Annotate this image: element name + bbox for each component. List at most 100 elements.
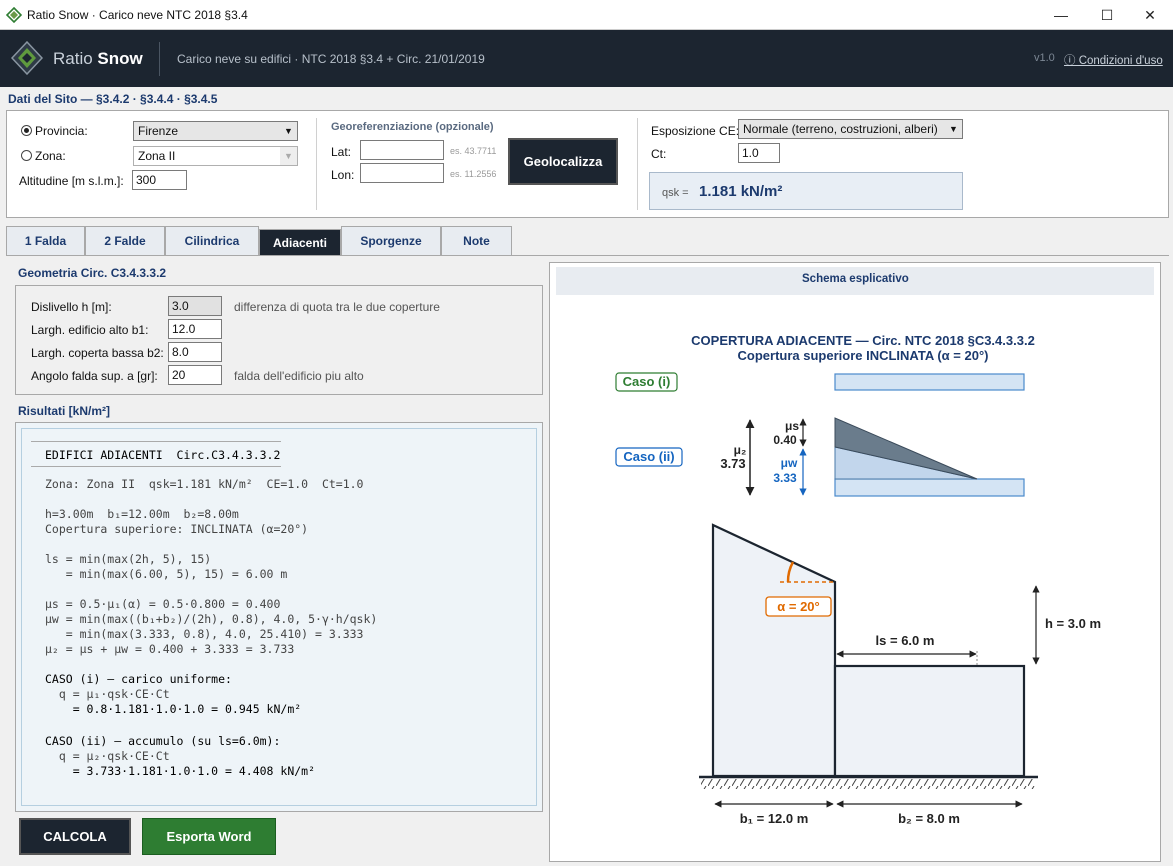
zona-radio[interactable] [21, 150, 32, 161]
window-title: Ratio Snow · Carico neve NTC 2018 §3.4 [27, 8, 248, 22]
results-line: μw = min(max((b₁+b₂)/(2h), 0.8), 4.0, 5·… [45, 612, 378, 626]
qsk-result-box: qsk = 1.181 kN/m² [649, 172, 963, 210]
schema-heading-2: Copertura superiore INCLINATA (α = 20°) [738, 348, 989, 363]
dislivello-hint: differenza di quota tra le due coperture [234, 300, 440, 314]
zona-select[interactable]: Zona II ▼ [133, 146, 298, 166]
zona-label: Zona: [35, 149, 66, 163]
export-word-button[interactable]: Esporta Word [142, 818, 276, 855]
results-line: = 3.733·1.181·1.0·1.0 = 4.408 kN/m² [45, 764, 316, 778]
muw-value: 3.33 [773, 471, 797, 485]
chevron-down-icon: ▼ [949, 124, 958, 134]
tab-cilindrica[interactable]: Cilindrica [165, 226, 259, 255]
low-building [833, 664, 1026, 778]
app-header: Ratio Snow Carico neve su edifici · NTC … [0, 30, 1173, 87]
maximize-icon: ☐ [1100, 6, 1114, 23]
site-section-title: Dati del Sito — §3.4.2 · §3.4.4 · §3.4.5 [8, 92, 218, 106]
results-line: h=3.00m b₁=12.00m b₂=8.00m [45, 507, 239, 521]
b2-input[interactable]: 8.0 [168, 342, 222, 362]
b2-label: Largh. coperta bassa b2: [31, 346, 164, 360]
alpha-label: α = 20° [777, 599, 819, 614]
tab-2-falde[interactable]: 2 Falde [85, 226, 165, 255]
results-line: μs = 0.5·μ₁(α) = 0.5·0.800 = 0.400 [45, 597, 281, 611]
mus-label: μs [785, 419, 799, 433]
b1-label: Largh. edificio alto b1: [31, 323, 149, 337]
tab-sporgenze[interactable]: Sporgenze [341, 226, 441, 255]
results-line: q = μ₂·qsk·CE·Ct [45, 749, 170, 763]
lat-input[interactable] [360, 140, 444, 160]
angle-label: Angolo falda sup. a [gr]: [31, 369, 158, 383]
conditions-link[interactable]: ⓘ Condizioni d'uso [1064, 52, 1163, 68]
minimize-icon: — [1054, 7, 1068, 23]
close-icon: ✕ [1144, 6, 1156, 23]
minimize-button[interactable]: — [1038, 0, 1084, 30]
angle-input[interactable]: 20 [168, 365, 222, 385]
site-divider-1 [316, 118, 317, 210]
results-line: q = μ₁·qsk·CE·Ct [45, 687, 170, 701]
brand-logo-icon [11, 41, 43, 75]
tall-building [711, 523, 837, 778]
lon-hint: es. 11.2556 [450, 169, 497, 179]
results-line: Copertura superiore: INCLINATA (α=20°) [45, 522, 309, 536]
dislivello-input[interactable]: 3.0 [168, 296, 222, 316]
b2-dim-label: b₂ = 8.0 m [898, 811, 960, 826]
results-line: CASO (ii) — accumulo (su ls=6.0m): [45, 734, 281, 748]
geolocate-button[interactable]: Geolocalizza [508, 138, 618, 185]
results-line: Zona: Zona II qsk=1.181 kN/m² CE=1.0 Ct=… [45, 477, 364, 491]
results-rule-bottom [31, 466, 281, 467]
angle-hint: falda dell'edificio piu alto [234, 369, 364, 383]
results-line: = min(max(6.00, 5), 15) = 6.00 m [45, 567, 288, 581]
ct-input[interactable]: 1.0 [738, 143, 780, 163]
mu2-label: μ₂ [734, 443, 747, 457]
results-line: ls = min(max(2h, 5), 15) [45, 552, 212, 566]
dislivello-label: Dislivello h [m]: [31, 300, 112, 314]
provincia-label: Provincia: [35, 124, 88, 138]
results-line: EDIFICI ADIACENTI Circ.C3.4.3.3.2 [45, 448, 281, 462]
geometry-title: Geometria Circ. C3.4.3.3.2 [18, 266, 167, 280]
lon-label: Lon: [331, 168, 355, 182]
schema-title: Schema esplicativo [802, 273, 909, 285]
ls-label: ls = 6.0 m [876, 633, 935, 648]
results-line: CASO (i) — carico uniforme: [45, 672, 232, 686]
lon-input[interactable] [360, 163, 444, 183]
calcola-button[interactable]: CALCOLA [19, 818, 131, 855]
results-line: = 0.8·1.181·1.0·1.0 = 0.945 kN/m² [45, 702, 302, 716]
exposure-label: Esposizione CE: [651, 124, 740, 138]
schema-heading-1: COPERTURA ADIACENTE — Circ. NTC 2018 §C3… [691, 333, 1035, 348]
ct-label: Ct: [651, 147, 667, 161]
exposure-select[interactable]: Normale (terreno, costruzioni, alberi) ▼ [738, 119, 963, 139]
brand-name: Ratio Snow [53, 49, 143, 68]
tab-note[interactable]: Note [441, 226, 512, 255]
caso-i-load-bar [834, 373, 1025, 391]
caso-i-label: Caso (i) [623, 374, 671, 389]
results-title: Risultati [kN/m²] [18, 404, 111, 418]
site-divider-2 [637, 118, 638, 210]
qsk-label: qsk = [662, 187, 689, 199]
ground-hatch [701, 779, 1035, 789]
altitude-input[interactable]: 300 [132, 170, 187, 190]
lat-label: Lat: [331, 145, 352, 159]
close-button[interactable]: ✕ [1127, 0, 1173, 30]
maximize-button[interactable]: ☐ [1084, 0, 1130, 30]
lat-hint: es. 43.7711 [450, 146, 497, 156]
mus-value: 0.40 [773, 433, 797, 447]
header-divider [159, 42, 160, 76]
window-titlebar: Ratio Snow · Carico neve NTC 2018 §3.4 —… [0, 0, 1173, 30]
b1-input[interactable]: 12.0 [168, 319, 222, 339]
results-line: = min(max(3.333, 0.8), 4.0, 25.410) = 3.… [45, 627, 364, 641]
provincia-select[interactable]: Firenze ▼ [133, 121, 298, 141]
version-label: v1.0 [1034, 52, 1055, 64]
qsk-value: 1.181 kN/m² [699, 183, 783, 200]
header-subtitle: Carico neve su edifici · NTC 2018 §3.4 +… [177, 52, 485, 66]
muw-label: μw [781, 456, 798, 470]
mu2-value: 3.73 [720, 456, 745, 471]
tab-adiacenti[interactable]: Adiacenti [259, 229, 341, 256]
tab-underline [6, 255, 1169, 256]
caso-ii-label: Caso (ii) [623, 449, 674, 464]
app-logo-icon [6, 7, 22, 23]
b1-dim-label: b₁ = 12.0 m [740, 811, 809, 826]
tab-1-falda[interactable]: 1 Falda [6, 226, 85, 255]
caso-ii-base-bar [834, 478, 1025, 497]
provincia-radio[interactable] [21, 125, 32, 136]
altitude-label: Altitudine [m s.l.m.]: [19, 174, 124, 188]
results-line: μ₂ = μs + μw = 0.400 + 3.333 = 3.733 [45, 642, 295, 656]
